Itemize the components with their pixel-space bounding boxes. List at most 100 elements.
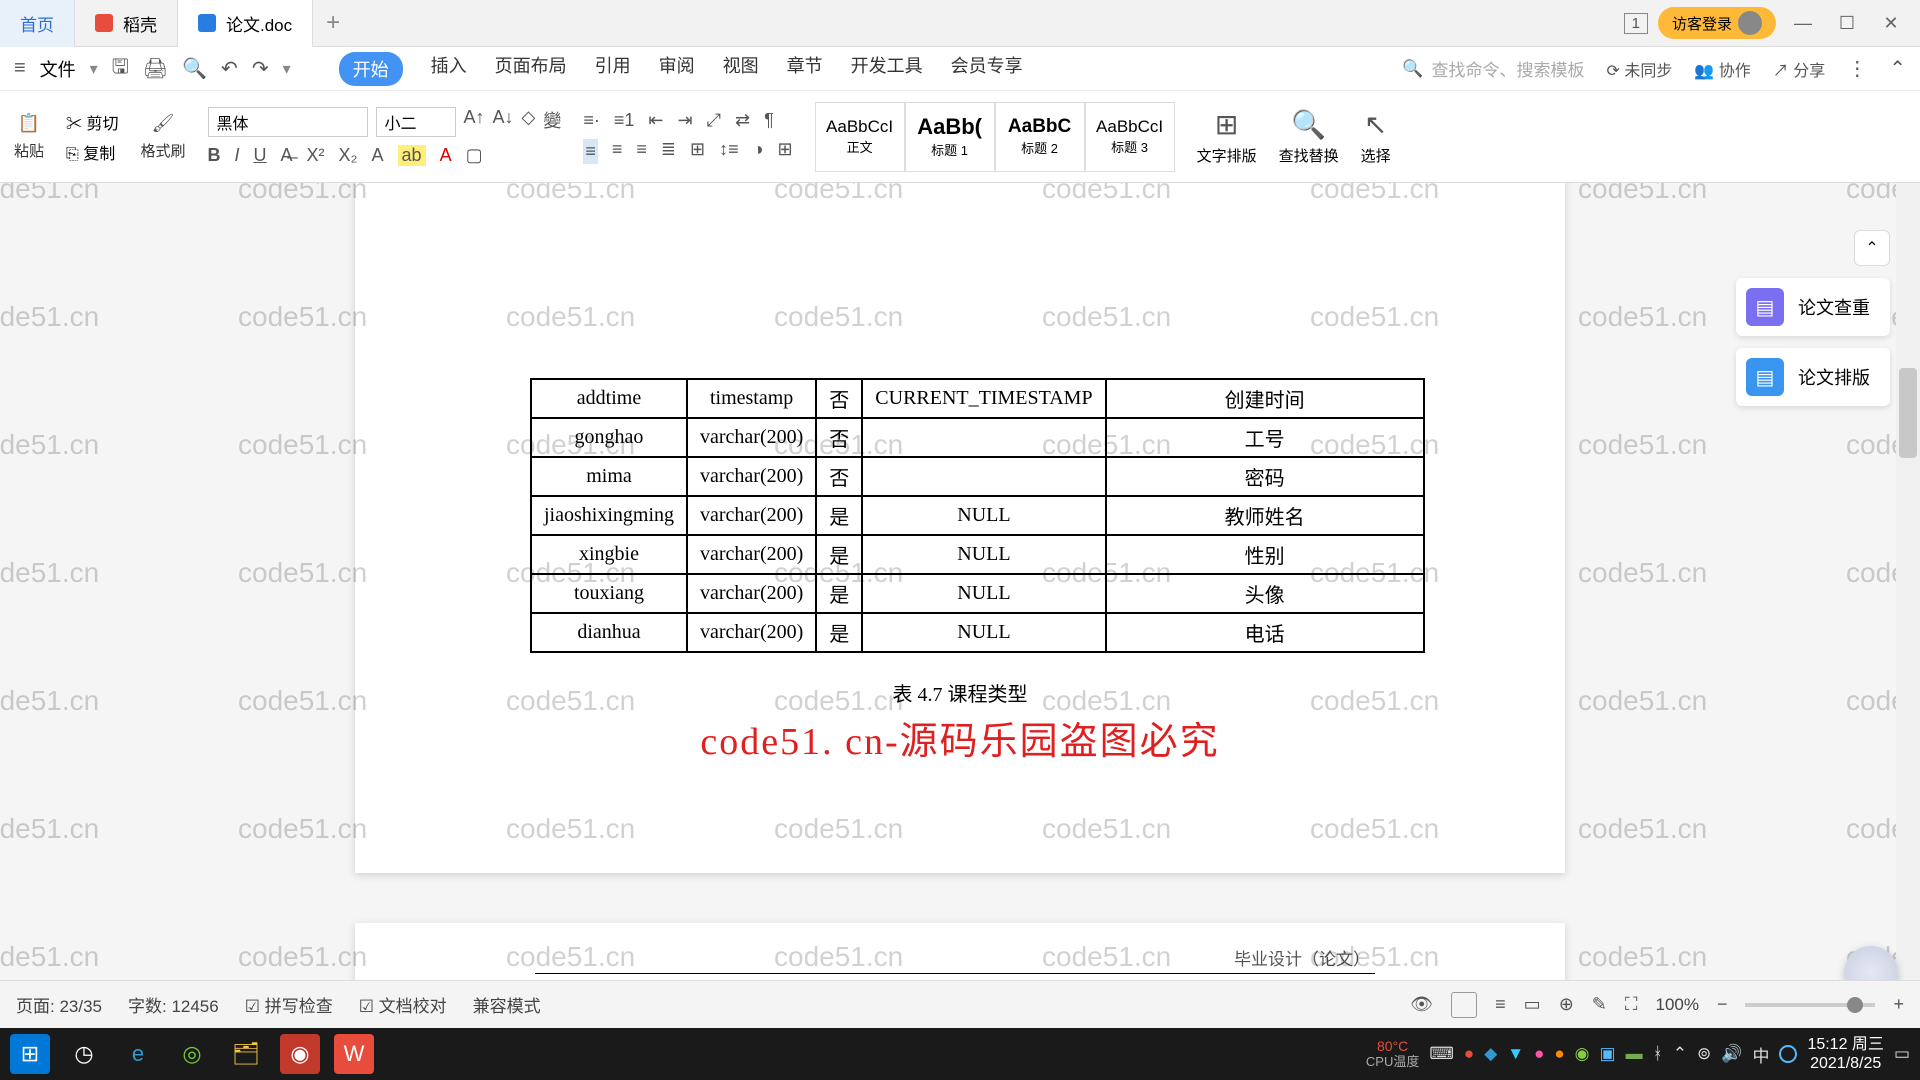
tab-icon[interactable]: ⇄ xyxy=(735,110,750,131)
table-cell[interactable]: varchar(200) xyxy=(687,496,816,535)
doc-proof[interactable]: ☑ 文档校对 xyxy=(359,992,447,1017)
reading-view-icon[interactable]: ▭ xyxy=(1524,994,1541,1015)
task-view-icon[interactable]: ◷ xyxy=(64,1034,104,1074)
print-icon[interactable]: 🖨 xyxy=(143,56,168,81)
table-cell[interactable]: 电话 xyxy=(1106,613,1424,652)
select-button[interactable]: ↖选择 xyxy=(1361,108,1391,166)
bold-icon[interactable]: B xyxy=(208,145,221,166)
plagiarism-check-button[interactable]: ▤论文查重 xyxy=(1736,278,1890,336)
search-input[interactable]: 🔍 查找命令、搜索模板 xyxy=(1402,56,1584,81)
table-cell[interactable]: varchar(200) xyxy=(687,574,816,613)
superscript-icon[interactable]: X² xyxy=(307,145,325,166)
tab-document[interactable]: 论文.doc xyxy=(178,0,313,47)
spell-check[interactable]: ☑ 拼写检查 xyxy=(245,992,333,1017)
paragraph-mark-icon[interactable]: ¶ xyxy=(764,110,774,131)
cut-button[interactable]: ✂ 剪切 xyxy=(66,110,118,134)
file-menu[interactable]: 文件 xyxy=(40,56,76,82)
page-indicator[interactable]: 页面: 23/35 xyxy=(16,992,102,1017)
share-button[interactable]: ↗ 分享 xyxy=(1773,57,1825,81)
table-cell[interactable]: 否 xyxy=(816,379,862,418)
notifications-icon[interactable]: ▭ xyxy=(1894,1044,1910,1064)
browser-icon[interactable]: ◎ xyxy=(172,1034,212,1074)
table-1[interactable]: addtimetimestamp否CURRENT_TIMESTAMP创建时间go… xyxy=(530,378,1425,653)
align-left-icon[interactable]: ≡ xyxy=(583,139,598,164)
sort-icon[interactable]: ⤢ xyxy=(707,110,721,131)
copy-button[interactable]: ⎘ 复制 xyxy=(66,140,115,164)
tray-icon[interactable]: ▣ xyxy=(1600,1044,1616,1064)
notification-badge[interactable]: 1 xyxy=(1624,13,1648,34)
menu-icon[interactable]: ≡ xyxy=(14,57,26,80)
text-effect-icon[interactable]: A xyxy=(372,145,384,166)
bluetooth-icon[interactable]: ᚼ xyxy=(1653,1044,1663,1064)
phonetic-icon[interactable]: 變 xyxy=(543,107,561,137)
document-canvas[interactable]: addtimetimestamp否CURRENT_TIMESTAMP创建时间go… xyxy=(0,183,1896,1032)
menu-reference[interactable]: 引用 xyxy=(595,52,631,86)
tray-icon[interactable]: ● xyxy=(1464,1044,1474,1064)
tray-icon[interactable]: ▬ xyxy=(1626,1044,1643,1064)
table-cell[interactable]: NULL xyxy=(862,613,1105,652)
shading-icon[interactable]: ◑ xyxy=(753,139,764,164)
table-cell[interactable]: 密码 xyxy=(1106,457,1424,496)
align-center-icon[interactable]: ≡ xyxy=(612,139,623,164)
scroll-thumb[interactable] xyxy=(1899,368,1917,458)
highlight-icon[interactable]: ab xyxy=(398,145,426,166)
tray-icon[interactable]: ▼ xyxy=(1507,1044,1524,1064)
borders-icon[interactable]: ⊞ xyxy=(778,139,793,164)
menu-chapter[interactable]: 章节 xyxy=(787,52,823,86)
outline-view-icon[interactable]: ≡ xyxy=(1495,994,1506,1015)
eye-icon[interactable]: 👁 xyxy=(1410,994,1433,1015)
align-right-icon[interactable]: ≡ xyxy=(636,139,647,164)
decrease-font-icon[interactable]: A↓ xyxy=(493,107,514,137)
table-cell[interactable]: 创建时间 xyxy=(1106,379,1424,418)
style-body[interactable]: AaBbCcI正文 xyxy=(815,102,905,172)
collapse-ribbon-icon[interactable]: ⌃ xyxy=(1889,56,1906,81)
strike-icon[interactable]: A̶ xyxy=(281,145,293,166)
table-cell[interactable]: 是 xyxy=(816,574,862,613)
redo-icon[interactable]: ↷ xyxy=(252,56,269,81)
more-icon[interactable]: ⋮ xyxy=(1847,56,1867,81)
start-button[interactable]: ⊞ xyxy=(10,1034,50,1074)
tray-icon[interactable]: ● xyxy=(1554,1044,1564,1064)
thesis-layout-button[interactable]: ▤论文排版 xyxy=(1736,348,1890,406)
table-cell[interactable]: 是 xyxy=(816,496,862,535)
table-cell[interactable]: 工号 xyxy=(1106,418,1424,457)
menu-review[interactable]: 审阅 xyxy=(659,52,695,86)
word-count[interactable]: 字数: 12456 xyxy=(128,992,219,1017)
sync-button[interactable]: ⟳ 未同步 xyxy=(1607,57,1673,81)
minimize-button[interactable]: — xyxy=(1786,13,1820,34)
zoom-level[interactable]: 100% xyxy=(1655,995,1698,1015)
tray-icon[interactable]: ◉ xyxy=(1575,1044,1590,1064)
table-cell[interactable]: xingbie xyxy=(531,535,687,574)
table-cell[interactable]: timestamp xyxy=(687,379,816,418)
table-cell[interactable]: 性别 xyxy=(1106,535,1424,574)
table-cell[interactable]: 头像 xyxy=(1106,574,1424,613)
table-cell[interactable] xyxy=(862,418,1105,457)
table-cell[interactable]: NULL xyxy=(862,535,1105,574)
tray-icon[interactable]: ● xyxy=(1534,1044,1544,1064)
login-button[interactable]: 访客登录 xyxy=(1658,7,1776,39)
table-cell[interactable]: CURRENT_TIMESTAMP xyxy=(862,379,1105,418)
wps-icon[interactable]: W xyxy=(334,1034,374,1074)
menu-view[interactable]: 视图 xyxy=(723,52,759,86)
menu-insert[interactable]: 插入 xyxy=(431,52,467,86)
explorer-icon[interactable]: 🗂 xyxy=(226,1034,266,1074)
annotate-icon[interactable]: ✎ xyxy=(1592,994,1607,1015)
style-heading3[interactable]: AaBbCcI标题 3 xyxy=(1085,102,1175,172)
table-cell[interactable]: varchar(200) xyxy=(687,613,816,652)
char-border-icon[interactable]: ▢ xyxy=(466,145,483,166)
tray-icon[interactable]: ◆ xyxy=(1484,1044,1497,1064)
style-heading2[interactable]: AaBbC标题 2 xyxy=(995,102,1085,172)
menu-devtools[interactable]: 开发工具 xyxy=(851,52,923,86)
table-cell[interactable]: jiaoshixingming xyxy=(531,496,687,535)
style-heading1[interactable]: AaBb(标题 1 xyxy=(905,102,995,172)
menu-vip[interactable]: 会员专享 xyxy=(951,52,1023,86)
vertical-scrollbar[interactable] xyxy=(1896,183,1920,1032)
tray-keyboard-icon[interactable]: ⌨ xyxy=(1429,1044,1454,1064)
save-icon[interactable]: 🖫 xyxy=(112,52,129,86)
font-size-input[interactable] xyxy=(376,107,456,137)
close-button[interactable]: ✕ xyxy=(1874,13,1908,34)
justify-icon[interactable]: ≣ xyxy=(661,139,676,164)
table-cell[interactable]: 是 xyxy=(816,613,862,652)
volume-icon[interactable]: 🔊 xyxy=(1721,1044,1742,1064)
format-painter-icon[interactable]: 🖌 xyxy=(152,113,175,134)
